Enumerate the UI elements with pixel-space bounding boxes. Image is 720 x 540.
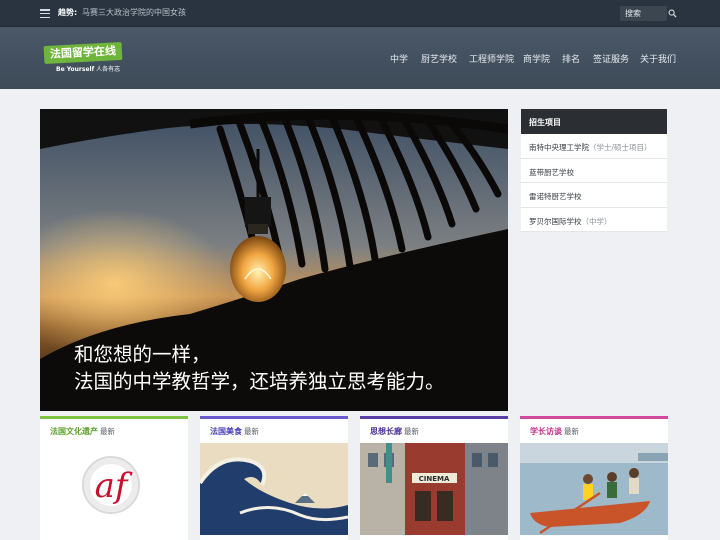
search-icon[interactable] — [668, 9, 677, 18]
site-logo[interactable]: 法国留学在线 Be Yourself 人各有志 — [43, 41, 126, 74]
svg-text:af: af — [95, 466, 133, 506]
category-card-french-cuisine[interactable]: 法国美食 最新 — [200, 416, 348, 540]
hero-slide[interactable]: 和您想的一样， 法国的中学教哲学，还培养独立思考能力。 — [40, 109, 508, 411]
nav-item-middle-school[interactable]: 中学 — [390, 52, 408, 65]
hero-caption: 和您想的一样， 法国的中学教哲学，还培养独立思考能力。 — [74, 343, 445, 393]
card-header: 法国美食 最新 — [200, 416, 348, 442]
nav-item-business-schools[interactable]: 商学院 — [523, 52, 550, 65]
great-wave-image — [200, 443, 348, 535]
nav-item-rankings[interactable]: 排名 — [562, 52, 580, 65]
sidebar-item-robert-international[interactable]: 罗贝尔国际学校（中学） — [521, 208, 667, 232]
search-input[interactable] — [620, 6, 660, 21]
nav-item-culinary-schools[interactable]: 厨艺学校 — [421, 52, 457, 65]
search-box — [620, 6, 677, 21]
canoe-students-image — [520, 443, 668, 535]
nav-item-engineering-schools[interactable]: 工程师学院 — [469, 52, 514, 65]
category-card-thought-gallery[interactable]: 思想长廊 最新 CINEMA — [360, 416, 508, 540]
card-header: 思想长廊 最新 — [360, 416, 508, 442]
card-header: 学长访谈 最新 — [520, 416, 668, 442]
nav-item-visa-services[interactable]: 签证服务 — [593, 52, 629, 65]
sidebar-item-lenotre[interactable]: 雷诺特厨艺学校 — [521, 183, 667, 208]
nav-item-about-us[interactable]: 关于我们 — [640, 52, 676, 65]
card-header: 法国文化遗产 最新 — [40, 416, 188, 442]
logo-title: 法国留学在线 — [43, 41, 123, 65]
hamburger-menu-icon[interactable] — [40, 9, 50, 19]
sidebar-item-le-cordon-bleu[interactable]: 蓝带厨艺学校 — [521, 159, 667, 183]
category-card-alumni-interviews[interactable]: 学长访谈 最新 — [520, 416, 668, 540]
enrollment-sidebar: 招生项目 南特中央理工学院（学士/硕士项目） 蓝带厨艺学校 雷诺特厨艺学校 罗贝… — [521, 109, 667, 232]
svg-text:CINEMA: CINEMA — [419, 475, 450, 483]
alliance-francaise-logo-image: af — [40, 443, 188, 535]
logo-tagline: Be Yourself 人各有志 — [56, 66, 121, 73]
trending-link[interactable]: 马赛三大政治学院的中国女孩 — [82, 7, 186, 18]
sidebar-item-centrale-nantes[interactable]: 南特中央理工学院（学士/硕士项目） — [521, 134, 667, 159]
cinema-street-image: CINEMA — [360, 443, 508, 535]
trending-label: 趋势: — [58, 8, 78, 17]
category-card-heritage[interactable]: 法国文化遗产 最新 af — [40, 416, 188, 540]
sidebar-title: 招生项目 — [521, 109, 667, 134]
top-bar: 趋势: 马赛三大政治学院的中国女孩 — [0, 0, 720, 27]
